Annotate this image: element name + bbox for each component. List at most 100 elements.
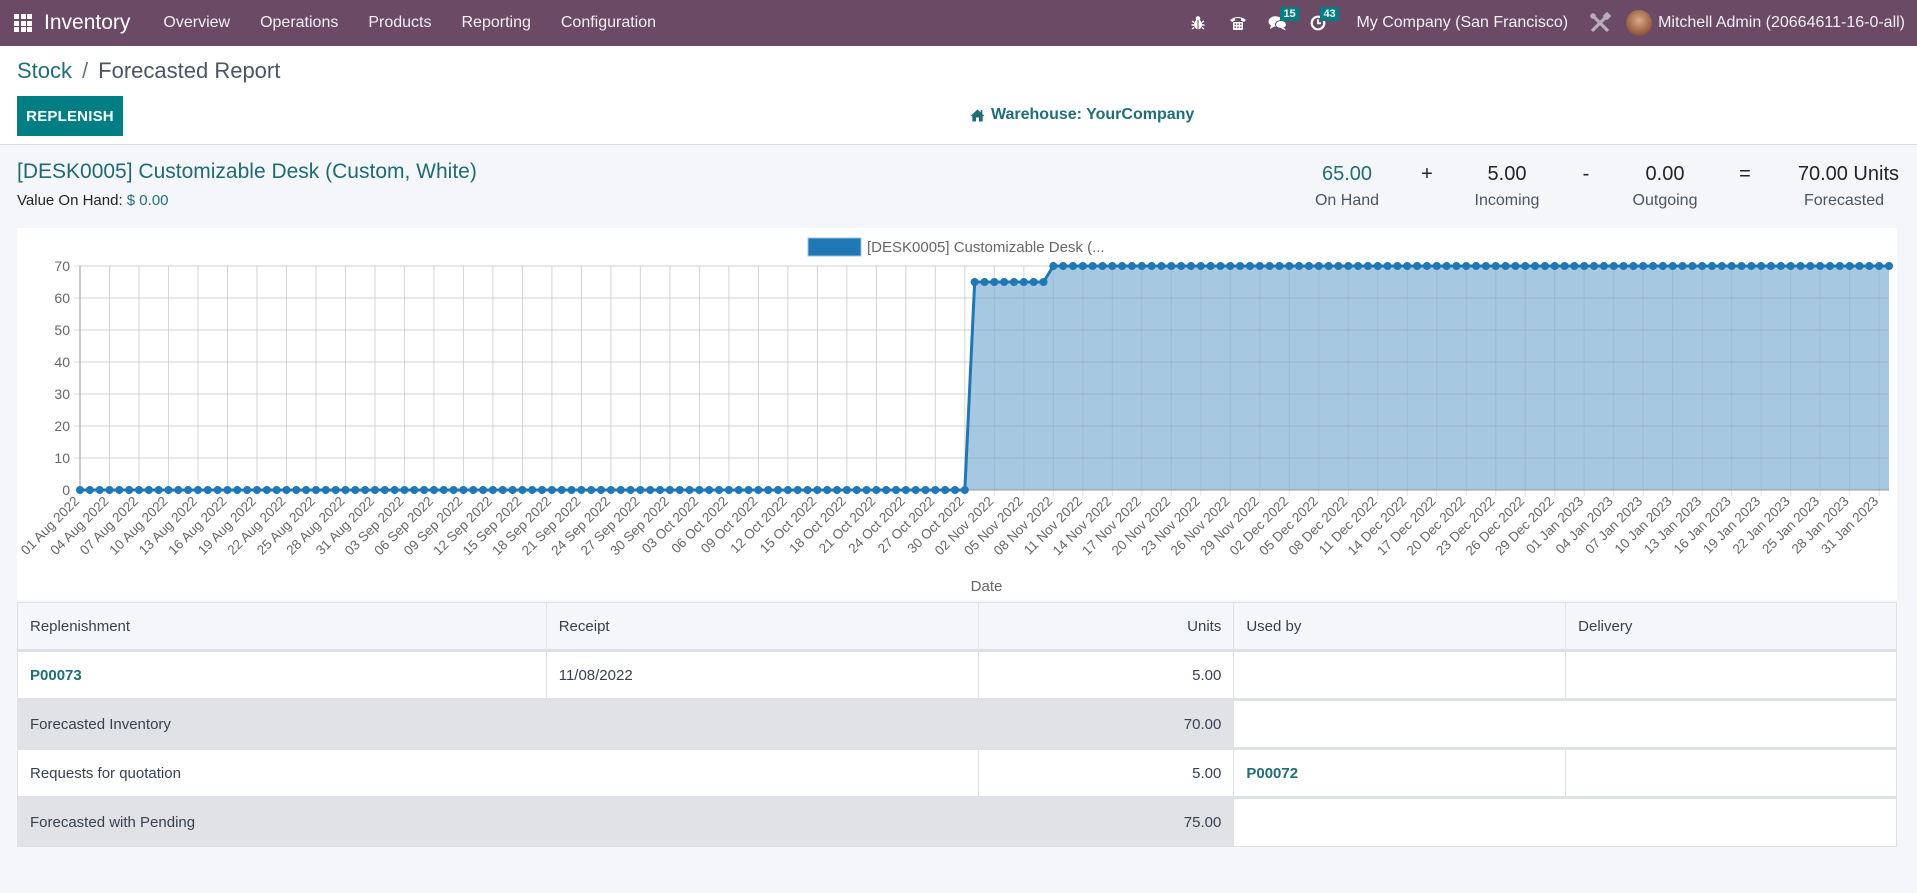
data-point <box>1472 262 1481 270</box>
data-point <box>144 486 153 494</box>
user-menu[interactable]: Mitchell Admin (20664611-16-0-all) <box>1620 10 1917 36</box>
data-point <box>1196 262 1205 270</box>
data-point <box>1708 262 1717 270</box>
rfq-row: Requests for quotation 5.00 P00072 <box>16 747 1897 798</box>
data-point <box>361 486 370 494</box>
y-tick-label: 40 <box>54 354 70 370</box>
data-point <box>547 486 556 494</box>
data-point <box>901 486 910 494</box>
x-axis-title: Date <box>971 578 1003 595</box>
data-point <box>1826 262 1835 270</box>
data-point <box>1000 278 1009 286</box>
data-point <box>518 486 527 494</box>
menu-overview[interactable]: Overview <box>148 14 245 32</box>
forecasted-pending-row: Forecasted with Pending 75.00 <box>16 796 1897 847</box>
data-point <box>184 486 193 494</box>
replenish-button[interactable]: REPLENISH <box>17 96 123 136</box>
data-point <box>420 486 429 494</box>
data-point <box>105 486 114 494</box>
forecasted-inventory-row: Forecasted Inventory 70.00 <box>16 698 1897 749</box>
rfq-units: 5.00 <box>978 747 1235 798</box>
y-tick-label: 20 <box>54 418 70 434</box>
menu-products[interactable]: Products <box>353 14 446 32</box>
data-point <box>302 486 311 494</box>
data-point <box>1865 262 1874 270</box>
on-hand-summary[interactable]: 65.00 On Hand <box>1297 160 1397 210</box>
data-point <box>1127 262 1136 270</box>
data-point <box>321 486 330 494</box>
data-point <box>1245 262 1254 270</box>
data-point <box>823 486 832 494</box>
data-point <box>1668 262 1677 270</box>
forecasted-pending-units: 75.00 <box>978 796 1235 847</box>
data-point <box>469 486 478 494</box>
debug-bug-icon[interactable] <box>1178 0 1218 46</box>
data-point <box>193 486 202 494</box>
data-point <box>1255 262 1264 270</box>
forecasted-pending-label: Forecasted with Pending <box>16 796 979 847</box>
home-icon <box>970 109 985 121</box>
data-point <box>223 486 232 494</box>
menu-configuration[interactable]: Configuration <box>546 14 671 32</box>
messages-chat-icon[interactable]: 15 <box>1258 0 1299 46</box>
apps-menu-icon[interactable] <box>0 0 46 46</box>
data-point <box>1363 262 1372 270</box>
data-point <box>459 486 468 494</box>
replenishment-link[interactable]: P00073 <box>17 650 547 700</box>
data-point <box>872 486 881 494</box>
forecasted-summary: 70.00 Units Forecasted <box>1775 160 1899 210</box>
control-panel <box>0 46 1917 145</box>
data-point <box>203 486 212 494</box>
rfq-label: Requests for quotation <box>16 747 980 798</box>
data-point <box>715 486 724 494</box>
data-point <box>616 486 625 494</box>
col-used-by: Used by <box>1233 602 1567 652</box>
activities-clock-icon[interactable]: 43 <box>1298 0 1339 46</box>
data-point <box>1059 262 1068 270</box>
data-point <box>734 486 743 494</box>
data-point <box>597 486 606 494</box>
data-point <box>1206 262 1215 270</box>
data-point <box>1304 262 1313 270</box>
data-point <box>931 486 940 494</box>
forecasted-pending-empty <box>1233 796 1897 847</box>
data-point <box>1029 278 1038 286</box>
delivery-cell <box>1565 650 1897 700</box>
data-point <box>508 486 517 494</box>
value-on-hand-amount: $ 0.00 <box>126 192 169 209</box>
warehouse-selector[interactable]: Warehouse: YourCompany <box>970 106 1194 124</box>
data-point <box>479 486 488 494</box>
data-point <box>1236 262 1245 270</box>
app-name[interactable]: Inventory <box>44 11 130 35</box>
data-point <box>1403 262 1412 270</box>
data-point <box>1757 262 1766 270</box>
data-point <box>380 486 389 494</box>
menu-reporting[interactable]: Reporting <box>446 14 545 32</box>
equals-operator: = <box>1739 163 1751 185</box>
rfq-used-by-link[interactable]: P00072 <box>1233 747 1567 798</box>
data-point <box>439 486 448 494</box>
breadcrumb-stock[interactable]: Stock <box>17 58 72 84</box>
data-point <box>1108 262 1117 270</box>
on-hand-value[interactable]: 65.00 <box>1297 160 1397 188</box>
product-title[interactable]: [DESK0005] Customizable Desk (Custom, Wh… <box>17 160 477 184</box>
data-point <box>1786 262 1795 270</box>
data-point <box>528 486 537 494</box>
y-tick-label: 50 <box>54 322 70 338</box>
data-point <box>1413 262 1422 270</box>
data-point <box>351 486 360 494</box>
tools-icon[interactable] <box>1580 12 1620 34</box>
data-point <box>1157 262 1166 270</box>
company-switcher[interactable]: My Company (San Francisco) <box>1338 14 1580 32</box>
data-point <box>1649 262 1658 270</box>
data-point <box>1688 262 1697 270</box>
data-point <box>311 486 320 494</box>
data-point <box>705 486 714 494</box>
data-point <box>1039 278 1048 286</box>
incoming-summary: 5.00 Incoming <box>1457 160 1557 210</box>
data-point <box>164 486 173 494</box>
data-point <box>1373 262 1382 270</box>
data-point <box>842 486 851 494</box>
phone-icon[interactable] <box>1218 0 1258 46</box>
menu-operations[interactable]: Operations <box>245 14 353 32</box>
